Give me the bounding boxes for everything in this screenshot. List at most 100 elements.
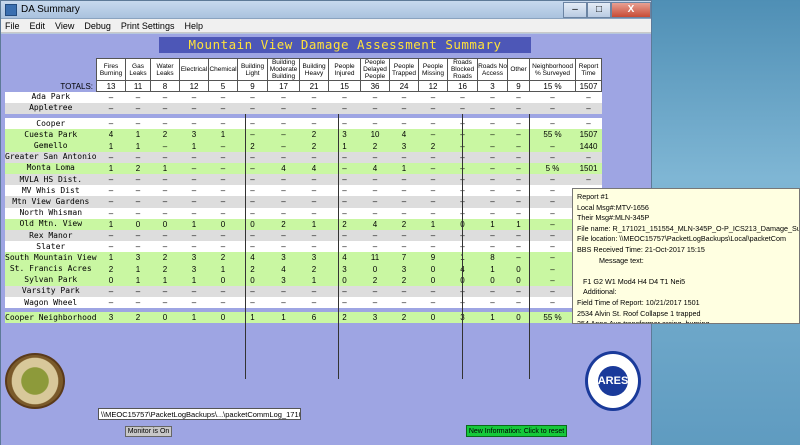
column-divider — [529, 114, 530, 379]
table-cell: – — [389, 102, 419, 115]
table-cell: – — [360, 151, 390, 163]
neighborhood-row[interactable]: North Whisman––––––––––––––––– — [5, 207, 602, 219]
table-cell: 3 — [267, 274, 300, 286]
column-divider — [462, 114, 463, 379]
neighborhood-row[interactable]: St. Francis Acres212312423030410–– — [5, 263, 602, 275]
table-cell: – — [328, 151, 361, 163]
table-cell: – — [360, 174, 390, 186]
table-cell: 1 — [96, 140, 126, 152]
log-file-path-field[interactable]: \\MEOC15757\PacketLogBackups\...\packetC… — [98, 408, 301, 420]
report-tooltip: Report #1 Local Msg#:MTV-1656 Their Msg#:M… — [572, 188, 800, 324]
table-cell: – — [477, 140, 508, 152]
table-cell: – — [150, 102, 180, 115]
table-cell: 6 — [299, 312, 329, 324]
menu-edit[interactable]: Edit — [30, 21, 46, 31]
table-cell: 3 — [360, 312, 390, 324]
menu-help[interactable]: Help — [184, 21, 203, 31]
table-cell: – — [150, 196, 180, 208]
table-cell: – — [477, 207, 508, 219]
table-cell: – — [389, 241, 419, 253]
table-cell: – — [389, 185, 419, 197]
menu-file[interactable]: File — [5, 21, 20, 31]
table-cell: 2 — [150, 263, 180, 275]
table-cell: – — [418, 229, 448, 242]
table-cell: 1501 — [575, 162, 602, 174]
neighborhood-row[interactable]: MV Whis Dist––––––––––––––––– — [5, 185, 602, 197]
window-controls: – □ X — [563, 1, 651, 18]
table-cell: – — [575, 102, 602, 115]
neighborhood-name: Wagon Wheel — [5, 297, 97, 309]
maximize-button[interactable]: □ — [587, 1, 611, 18]
table-cell: – — [150, 185, 180, 197]
table-cell: – — [237, 151, 268, 163]
neighborhood-row[interactable]: Cooper––––––––––––––––– — [5, 118, 602, 130]
neighborhood-row[interactable]: Old Mtn. View100100212421011–– — [5, 218, 602, 230]
table-cell: – — [150, 229, 180, 242]
total-cell: 15 — [328, 79, 362, 93]
neighborhood-row[interactable]: Sylvan Park011100310220000–– — [5, 274, 602, 286]
table-cell: 1 — [96, 252, 126, 264]
table-cell: 0 — [418, 312, 448, 324]
neighborhood-row[interactable]: Ada Park – – – – – – – – – – – – – – – – – — [5, 91, 602, 103]
neighborhood-name: Varsity Park — [5, 285, 97, 298]
table-cell: – — [299, 285, 329, 298]
table-cell: – — [299, 151, 329, 163]
table-cell: – — [267, 207, 300, 219]
neighborhood-row[interactable]: MVLA HS Dist.––––––––––––––––– — [5, 174, 602, 186]
neighborhood-name: Appletree — [5, 102, 97, 115]
table-cell: – — [418, 174, 448, 186]
menu-print-settings[interactable]: Print Settings — [121, 21, 175, 31]
neighborhood-row[interactable]: Varsity Park––––––––––––––––– — [5, 285, 602, 298]
table-cell: 3 — [125, 252, 151, 264]
table-cell: 0 — [96, 274, 126, 286]
table-cell: 4 — [389, 129, 419, 141]
monitor-status-button[interactable]: Monitor is On — [125, 426, 172, 437]
table-cell: 1 — [237, 312, 268, 324]
table-cell: – — [237, 91, 268, 103]
neighborhood-row[interactable]: Appletree – – – – – – – – – – – – – – – – – — [5, 102, 602, 115]
table-cell: 0 — [418, 263, 448, 275]
neighborhood-row[interactable]: Rex Manor––––––––––––––––– — [5, 229, 602, 242]
column-header: Roads No Access — [477, 58, 509, 81]
table-cell: 2 — [150, 252, 180, 264]
neighborhood-name: Sylvan Park — [5, 274, 97, 286]
neighborhood-row[interactable]: Greater San Antonio––––––––––––––––– — [5, 151, 602, 163]
neighborhood-row[interactable]: Cuesta Park41231––23104––––55 %1507 — [5, 129, 602, 141]
table-cell: – — [96, 207, 126, 219]
table-cell: – — [237, 285, 268, 298]
neighborhood-row[interactable]: Mtn View Gardens––––––––––––––––– — [5, 196, 602, 208]
table-cell: – — [267, 185, 300, 197]
table-cell: 55 % — [529, 312, 576, 324]
table-cell: – — [529, 285, 576, 298]
table-cell: 3 — [267, 252, 300, 264]
neighborhood-row[interactable]: Monta Loma121–––44–41––––5 %1501 — [5, 162, 602, 174]
column-header: Fires Burning — [96, 58, 127, 81]
neighborhood-row[interactable]: Wagon Wheel––––––––––––––––– — [5, 297, 602, 309]
window-title: DA Summary — [21, 4, 80, 15]
neighborhood-row[interactable]: South Mountain View132324334117918––– — [5, 252, 602, 264]
column-header: Report Time — [575, 58, 603, 81]
neighborhood-row[interactable]: Slater––––––––––––––––– — [5, 241, 602, 253]
minimize-button[interactable]: – — [563, 1, 587, 18]
table-cell: – — [299, 185, 329, 197]
table-cell: – — [267, 241, 300, 253]
table-cell: – — [150, 241, 180, 253]
table-cell: 2 — [237, 263, 268, 275]
table-cell: 0 — [237, 274, 268, 286]
table-cell: 2 — [125, 162, 151, 174]
new-information-reset-button[interactable]: New Information: Click to reset — [466, 425, 567, 437]
table-cell: 3 — [299, 252, 329, 264]
table-cell: – — [267, 129, 300, 141]
table-cell: 1 — [179, 140, 209, 152]
menu-debug[interactable]: Debug — [84, 21, 111, 31]
table-cell: – — [237, 118, 268, 130]
neighborhood-row[interactable]: Gemello11–1–2–21232––––1440 — [5, 140, 602, 152]
table-cell: – — [529, 297, 576, 309]
city-seal-logo — [5, 353, 65, 409]
neighborhood-row[interactable]: Cooper Neighborhood32010116232031055 %14… — [5, 312, 602, 324]
menu-view[interactable]: View — [55, 21, 74, 31]
table-cell: – — [150, 140, 180, 152]
table-cell: – — [389, 118, 419, 130]
close-button[interactable]: X — [611, 1, 651, 18]
table-cell: – — [477, 229, 508, 242]
